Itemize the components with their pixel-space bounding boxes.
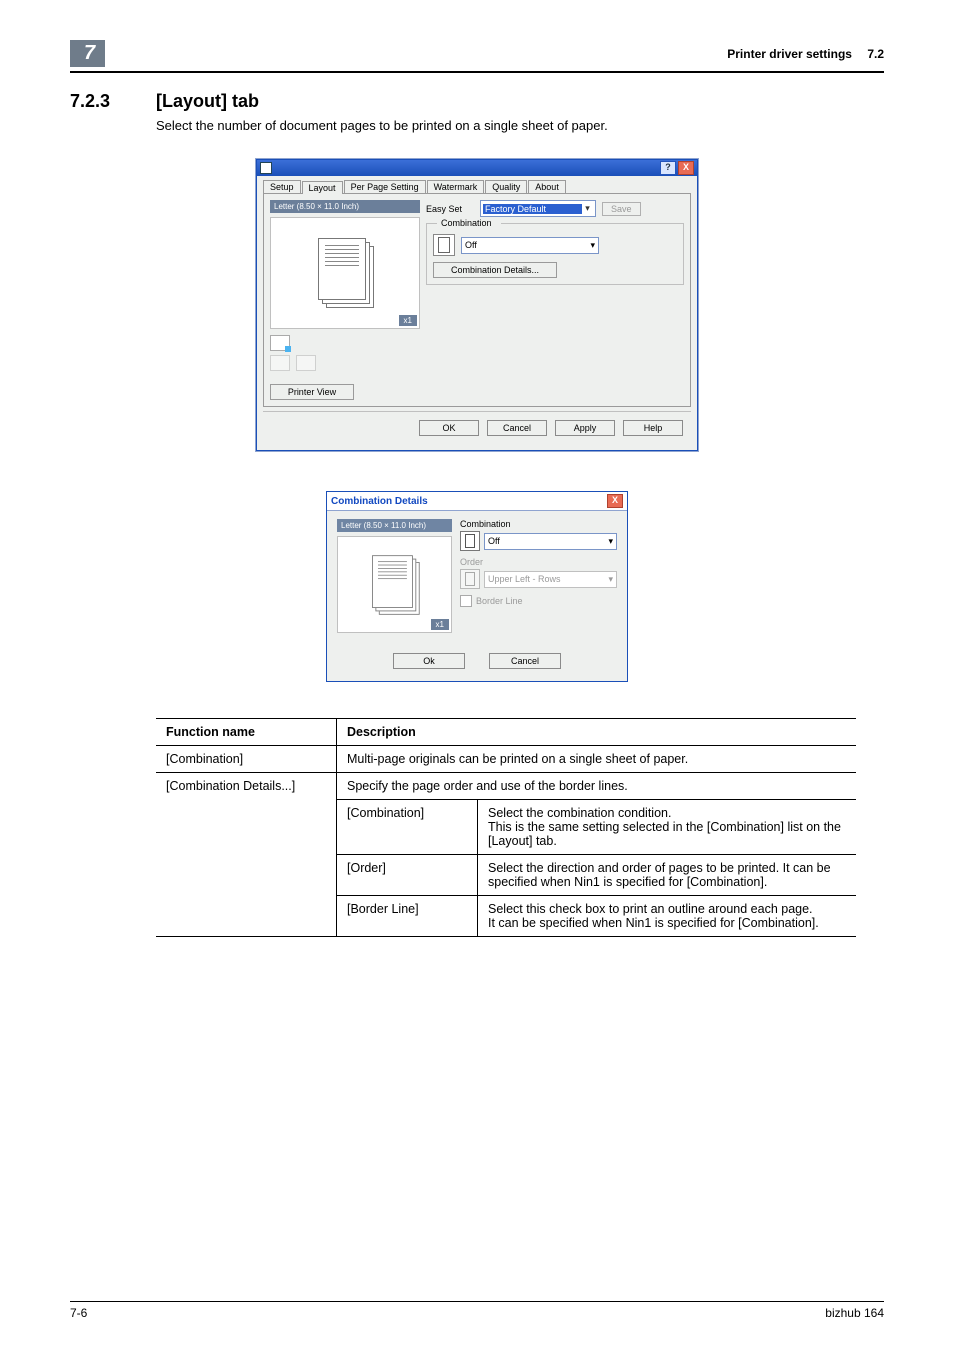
rotate-icon — [270, 355, 290, 371]
border-line-label: Border Line — [476, 596, 523, 606]
col-description: Description — [337, 719, 857, 746]
header-title: Printer driver settings 7.2 — [727, 47, 884, 61]
table-row: [Combination] Multi-page originals can b… — [156, 746, 856, 773]
zoom-badge: x1 — [399, 315, 417, 326]
section-title: [Layout] tab — [156, 91, 259, 112]
border-line-checkbox — [460, 595, 472, 607]
paper-label: Letter (8.50 × 11.0 Inch) — [337, 519, 452, 532]
print-prefs-dialog: ? X Setup Layout Per Page Setting Waterm… — [256, 159, 698, 451]
tab-about[interactable]: About — [528, 180, 566, 193]
section-intro: Select the number of document pages to b… — [156, 118, 884, 133]
tab-perpage[interactable]: Per Page Setting — [344, 180, 426, 193]
close-icon[interactable]: X — [607, 494, 623, 508]
section-number: 7.2.3 — [70, 91, 132, 112]
combination-group-label: Combination — [437, 218, 501, 228]
close-icon[interactable]: X — [678, 161, 694, 175]
paper-view-icon[interactable] — [270, 335, 290, 351]
chevron-down-icon: ▾ — [608, 574, 613, 585]
combination-select[interactable]: Off ▾ — [484, 533, 617, 550]
chevron-down-icon: ▾ — [590, 240, 595, 251]
order-icon — [460, 569, 480, 589]
combination-icon — [460, 531, 480, 551]
tab-layout[interactable]: Layout — [302, 181, 343, 194]
paper-preview: x1 — [270, 217, 420, 329]
page-number: 7-6 — [70, 1306, 87, 1320]
combination-label: Combination — [460, 519, 617, 529]
ok-button[interactable]: Ok — [393, 653, 465, 669]
zoom-badge: x1 — [431, 619, 449, 630]
order-label: Order — [460, 557, 617, 567]
tab-watermark[interactable]: Watermark — [427, 180, 485, 193]
help-button[interactable]: Help — [623, 420, 683, 436]
easyset-label: Easy Set — [426, 204, 474, 214]
app-icon — [260, 162, 272, 174]
product-name: bizhub 164 — [825, 1306, 884, 1320]
combination-select[interactable]: Off ▾ — [461, 237, 599, 254]
paper-preview: x1 — [337, 536, 452, 633]
ok-button[interactable]: OK — [419, 420, 479, 436]
order-select: Upper Left - Rows ▾ — [484, 571, 617, 588]
chevron-down-icon: ▾ — [608, 536, 613, 547]
apply-button[interactable]: Apply — [555, 420, 615, 436]
cancel-button[interactable]: Cancel — [487, 420, 547, 436]
easyset-select[interactable]: Factory Default ▾ — [480, 200, 596, 217]
combination-details-dialog: Combination Details X Letter (8.50 × 11.… — [326, 491, 628, 682]
save-button: Save — [602, 202, 641, 216]
table-row: [Combination Details...] Specify the pag… — [156, 773, 856, 800]
chapter-badge: 7 — [70, 40, 105, 67]
chevron-down-icon: ▾ — [582, 203, 593, 214]
function-table: Function name Description [Combination] … — [156, 718, 856, 937]
tab-quality[interactable]: Quality — [485, 180, 527, 193]
dialog-title: Combination Details — [331, 496, 428, 507]
cancel-button[interactable]: Cancel — [489, 653, 561, 669]
combination-icon — [433, 234, 455, 256]
paper-label: Letter (8.50 × 11.0 Inch) — [270, 200, 420, 213]
combination-details-button[interactable]: Combination Details... — [433, 262, 557, 278]
tab-setup[interactable]: Setup — [263, 180, 301, 193]
col-function: Function name — [156, 719, 337, 746]
help-icon[interactable]: ? — [660, 161, 676, 175]
detail-view-icon — [296, 355, 316, 371]
printer-view-button[interactable]: Printer View — [270, 384, 354, 400]
